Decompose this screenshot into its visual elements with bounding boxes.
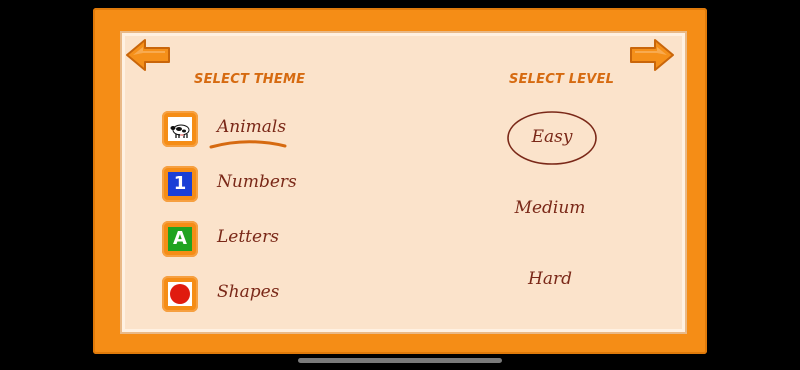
letter-a-glyph: A xyxy=(173,228,187,249)
level-option-easy[interactable]: Easy xyxy=(505,127,599,147)
theme-option-animals[interactable]: Animals xyxy=(162,111,342,155)
back-arrow-icon[interactable] xyxy=(125,38,171,72)
letter-a-icon: A xyxy=(162,221,198,257)
select-theme-heading: SELECT THEME xyxy=(194,72,306,87)
cow-icon xyxy=(162,111,198,147)
select-level-heading: SELECT LEVEL xyxy=(509,72,615,87)
number-one-glyph: 1 xyxy=(173,173,187,194)
number-one-icon: 1 xyxy=(162,166,198,202)
theme-label-numbers: Numbers xyxy=(217,172,297,192)
level-option-hard[interactable]: Hard xyxy=(505,269,595,289)
theme-option-numbers[interactable]: 1 Numbers xyxy=(162,166,342,210)
theme-label-shapes: Shapes xyxy=(217,282,280,302)
theme-option-letters[interactable]: A Letters xyxy=(162,221,342,265)
forward-arrow-icon[interactable] xyxy=(629,38,675,72)
red-circle-icon xyxy=(162,276,198,312)
home-indicator-bar[interactable] xyxy=(298,358,502,363)
theme-label-animals: Animals xyxy=(217,117,287,137)
theme-label-letters: Letters xyxy=(217,227,279,247)
theme-option-shapes[interactable]: Shapes xyxy=(162,276,342,320)
level-option-medium[interactable]: Medium xyxy=(500,198,600,218)
selection-underline xyxy=(209,140,287,149)
